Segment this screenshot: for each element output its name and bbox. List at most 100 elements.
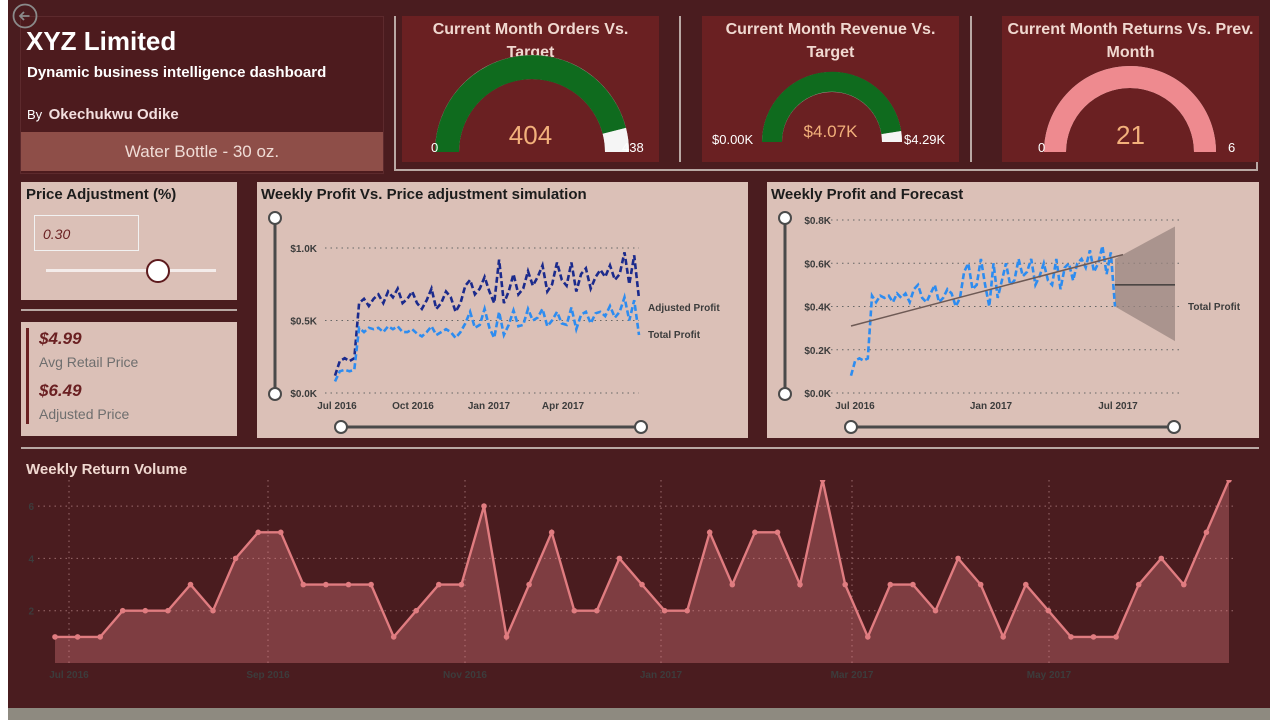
returns-point [458,581,465,588]
returns-point [255,529,261,536]
y-tick-label: 2 [28,607,34,618]
returns-point [932,607,939,614]
returns-point [661,607,668,614]
returns-point [436,581,442,588]
x-tick-label: Sep 2016 [246,670,290,681]
returns-point [278,529,284,536]
y-tick-label: $0.4K [804,303,831,314]
returns-point [1203,529,1210,536]
returns-point [594,607,600,614]
kpi-orders-min: 0 [431,140,439,155]
returns-point [300,581,307,588]
returns-point [1090,634,1097,640]
company-title: XYZ Limited [26,26,177,56]
returns-point [1113,634,1119,640]
returns-point [1023,581,1029,588]
profit-forecast-card: Weekly Profit and Forecast $0.0K $0.2K $0.… [767,182,1259,438]
returns-point [1158,555,1165,562]
x-tick-label: Jul 2016 [835,401,875,412]
series-line-total-profit [333,292,641,382]
returns-point [729,581,736,588]
y-tick-label: $0.5K [290,317,317,328]
series-label-total-profit: Total Profit [1188,302,1241,313]
returns-point [639,581,645,588]
returns-title: Weekly Return Volume [26,461,188,478]
kpi-orders-value: 404 [508,120,553,150]
kpi-orders-max: 438 [622,140,644,155]
returns-point [548,529,555,536]
returns-point [97,634,103,640]
y-tick-label: 4 [28,554,34,565]
product-selector[interactable]: Water Bottle - 30 oz. [21,132,383,171]
returns-point [752,529,758,536]
returns-point [187,581,194,588]
avg-price-value: $4.99 [39,329,82,348]
returns-point [684,607,690,614]
returns-point [368,581,374,588]
x-range-slider-right-handle [1167,420,1181,434]
returns-point [481,503,487,509]
price-adjustment-input[interactable]: 0.30 [34,215,139,251]
kpi-returns-max: 6 [1228,140,1236,155]
by-label: By [27,107,43,122]
returns-point [1181,581,1187,588]
returns-point [1045,607,1052,614]
profit-forecast-chart: $0.0K $0.2K $0.4K $0.6K $0.8K Jul 2016 Jan 201… [778,211,1241,434]
returns-point [774,529,781,536]
price-info-card: $4.99 Avg Retail Price $6.49 Adjusted Pr… [21,322,237,436]
returns-point [977,581,984,588]
y-tick-label: $1.0K [290,244,317,255]
y-tick-label: $0.6K [804,259,831,270]
x-range-slider-left-handle [844,420,858,434]
kpi-revenue-min: $0.00K [712,132,754,147]
x-tick-label: Jan 2017 [468,401,511,412]
y-tick-label: 6 [28,502,34,513]
price-adjustment-card: Price Adjustment (%) 0.30 [21,182,237,300]
x-tick-label: Mar 2017 [831,670,874,681]
y-range-slider-top-handle [268,211,282,225]
returns-top-divider [21,447,1259,449]
returns-point [616,555,623,562]
kpi-orders-card: Current Month Orders Vs. Target 404 0 43… [402,16,659,162]
y-tick-label: $0.2K [804,346,831,357]
y-tick-label: $0.8K [804,216,831,227]
profit-simulation-chart: $0.0K $0.5K $1.0K Jul 2016 Oct 2016 Jan 2017 A… [268,211,720,434]
x-tick-label: May 2017 [1027,670,1072,681]
kpi-revenue-max: $4.29K [904,132,946,147]
returns-point [413,607,420,614]
kpi-left-divider [394,16,396,171]
returns-point [74,634,81,640]
left-column-divider [21,309,237,311]
x-range-slider-right-handle [634,420,648,434]
returns-point [842,581,848,588]
price-adjustment-title: Price Adjustment (%) [26,186,177,203]
x-range-slider-left-handle [334,420,348,434]
returns-point [119,607,126,614]
returns-point [1135,581,1142,588]
returns-point [503,634,510,640]
adjusted-price-value: $6.49 [39,381,82,400]
returns-point [571,607,578,614]
x-tick-label: Jul 2017 [1098,401,1138,412]
dashboard-subtitle: Dynamic business intelligence dashboard [27,64,327,81]
footer-bar [8,708,1270,720]
trend-line [850,253,1124,327]
dashboard-canvas: XYZ Limited Dynamic business intelligenc… [8,0,1270,708]
y-tick-label: $0.0K [290,389,317,400]
returns-point [819,480,826,483]
author-name: Okechukwu Odike [48,106,179,123]
kpi-returns-card: Current Month Returns Vs. Prev. Month 21… [1002,16,1259,162]
returns-chart: 2 4 6 Jul 2016 Sep 2016 Nov 2016 Jan 2017 Mar 2… [28,480,1234,681]
returns-point [706,529,713,536]
series-label-total-profit: Total Profit [648,330,701,341]
adjusted-price-label: Adjusted Price [39,406,130,422]
price-slider-track[interactable] [46,269,216,272]
series-label-adjusted-profit: Adjusted Profit [648,303,720,314]
kpi-bottom-divider [394,169,1258,171]
kpi-divider-2 [970,16,972,162]
y-range-slider-bottom-handle [778,387,792,401]
price-slider-thumb[interactable] [146,259,171,283]
y-range-slider-bottom-handle [268,387,282,401]
x-tick-label: Jul 2016 [49,670,89,681]
avg-price-label: Avg Retail Price [39,354,139,370]
